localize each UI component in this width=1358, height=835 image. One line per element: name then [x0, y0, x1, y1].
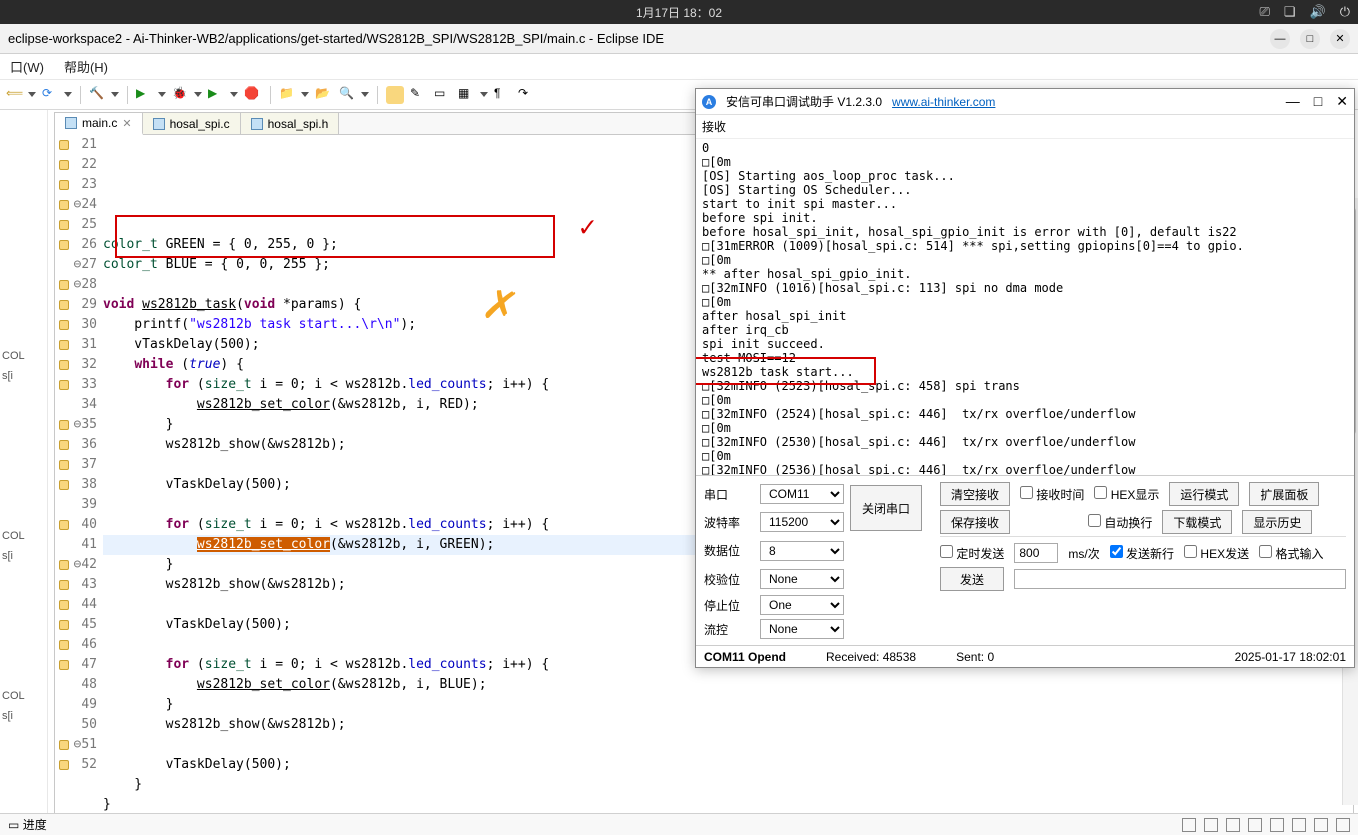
- file-icon: [65, 117, 77, 129]
- box-icon[interactable]: ▭: [434, 86, 452, 104]
- status-icon[interactable]: [1226, 818, 1240, 832]
- editor-tab[interactable]: main.c✕: [55, 113, 143, 135]
- window-title: eclipse-workspace2 - Ai-Thinker-WB2/appl…: [8, 31, 1260, 46]
- menu-window[interactable]: 口(W): [10, 57, 44, 76]
- rx-count: Received: 48538: [826, 650, 916, 664]
- editor-tab[interactable]: hosal_spi.h: [241, 113, 340, 134]
- close-tab-icon[interactable]: ✕: [122, 117, 131, 130]
- baud-label: 波特率: [704, 514, 754, 531]
- status-icon[interactable]: [1182, 818, 1196, 832]
- status-icon[interactable]: [1204, 818, 1218, 832]
- editor-tab[interactable]: hosal_spi.c: [143, 113, 241, 134]
- volume-icon[interactable]: 🔊: [1310, 4, 1326, 20]
- app-icon: A: [702, 95, 716, 109]
- history-button[interactable]: 显示历史: [1242, 510, 1312, 534]
- hexshow-checkbox[interactable]: HEX显示: [1094, 486, 1159, 503]
- flow-select[interactable]: None: [760, 619, 844, 639]
- serial-status-bar: COM11 Opend Received: 48538 Sent: 0 2025…: [696, 645, 1354, 667]
- clear-rx-button[interactable]: 清空接收: [940, 482, 1010, 506]
- system-tray: ⎚ ❏ 🔊 ⏻: [1259, 4, 1350, 20]
- parity-select[interactable]: None: [760, 569, 844, 589]
- serial-url[interactable]: www.ai-thinker.com: [892, 95, 995, 109]
- format-checkbox[interactable]: 格式输入: [1259, 545, 1323, 562]
- data-label: 数据位: [704, 542, 754, 559]
- close-button[interactable]: ✕: [1336, 93, 1348, 110]
- expand-button[interactable]: 扩展面板: [1249, 482, 1319, 506]
- status-icon[interactable]: [1270, 818, 1284, 832]
- menu-help[interactable]: 帮助(H): [64, 57, 108, 76]
- minimize-button[interactable]: —: [1270, 29, 1290, 49]
- close-button[interactable]: ✕: [1330, 29, 1350, 49]
- status-progress: 进度: [23, 816, 47, 833]
- folder-icon[interactable]: 📁: [279, 86, 297, 104]
- close-port-button[interactable]: 关闭串口: [850, 485, 922, 531]
- para-icon[interactable]: ¶: [494, 86, 512, 104]
- run-ext-icon[interactable]: ▶: [208, 86, 226, 104]
- maximize-button[interactable]: □: [1300, 29, 1320, 49]
- save-rx-button[interactable]: 保存接收: [940, 510, 1010, 534]
- annotation-check-icon: ✓: [579, 217, 596, 237]
- stop-select[interactable]: One: [760, 595, 844, 615]
- minimize-button[interactable]: —: [1286, 93, 1300, 110]
- serial-tool-window[interactable]: A 安信可串口调试助手 V1.2.3.0 www.ai-thinker.com …: [695, 88, 1355, 668]
- rxtime-checkbox[interactable]: 接收时间: [1020, 486, 1084, 503]
- serial-output[interactable]: 0 □[0m [OS] Starting aos_loop_proc task.…: [696, 139, 1354, 475]
- left-margin: COLs[iCOLs[iCOLs[i: [0, 110, 48, 835]
- data-select[interactable]: 8: [760, 541, 844, 561]
- wand-icon[interactable]: ✎: [410, 86, 428, 104]
- status-time: 2025-01-17 18:02:01: [1235, 650, 1346, 664]
- grid-icon[interactable]: ▦: [458, 86, 476, 104]
- debug-icon[interactable]: 🐞: [172, 86, 190, 104]
- tray-icon[interactable]: ⎚: [1259, 4, 1269, 20]
- menu-bar[interactable]: 口(W) 帮助(H): [0, 54, 1358, 80]
- send-button[interactable]: 发送: [940, 567, 1004, 591]
- step-icon[interactable]: ↷: [518, 86, 536, 104]
- serial-titlebar[interactable]: A 安信可串口调试助手 V1.2.3.0 www.ai-thinker.com …: [696, 89, 1354, 115]
- file-icon: [251, 118, 263, 130]
- clock: 1月17日 18：02: [636, 4, 722, 21]
- stop-label: 停止位: [704, 597, 754, 614]
- receive-label: 接收: [696, 115, 1354, 139]
- send-input[interactable]: [1014, 569, 1346, 589]
- port-select[interactable]: COM11: [760, 484, 844, 504]
- power-icon[interactable]: ⏻: [1340, 4, 1350, 20]
- timed-send-checkbox[interactable]: 定时发送: [940, 545, 1004, 562]
- status-bar: ▭ 进度: [0, 813, 1358, 835]
- flow-label: 流控: [704, 621, 754, 638]
- runmode-button[interactable]: 运行模式: [1169, 482, 1239, 506]
- status-icon[interactable]: [1314, 818, 1328, 832]
- status-icon[interactable]: [1292, 818, 1306, 832]
- search-icon[interactable]: 🔍: [339, 86, 357, 104]
- status-icon[interactable]: [1248, 818, 1262, 832]
- back-icon[interactable]: ⟸: [6, 86, 24, 104]
- newline-checkbox[interactable]: 发送新行: [1110, 545, 1174, 562]
- stop-icon[interactable]: 🛑: [244, 86, 262, 104]
- folder2-icon[interactable]: 📂: [315, 86, 333, 104]
- baud-select[interactable]: 115200: [760, 512, 844, 532]
- port-label: 串口: [704, 486, 754, 503]
- serial-title: 安信可串口调试助手 V1.2.3.0: [726, 93, 882, 110]
- hammer-icon[interactable]: 🔨: [89, 86, 107, 104]
- tx-count: Sent: 0: [956, 650, 994, 664]
- marker-icon[interactable]: [386, 86, 404, 104]
- tray-icon[interactable]: ❏: [1284, 4, 1296, 20]
- port-status: COM11 Opend: [704, 650, 786, 664]
- dlmode-button[interactable]: 下载模式: [1162, 510, 1232, 534]
- interval-input[interactable]: [1014, 543, 1058, 563]
- os-top-bar: 1月17日 18：02 ⎚ ❏ 🔊 ⏻: [0, 0, 1358, 24]
- status-icon[interactable]: [1336, 818, 1350, 832]
- run-icon[interactable]: ▶: [136, 86, 154, 104]
- hexsend-checkbox[interactable]: HEX发送: [1184, 545, 1249, 562]
- parity-label: 校验位: [704, 571, 754, 588]
- serial-controls: 串口 COM11 关闭串口 清空接收 接收时间 HEX显示 运行模式 扩展面板 …: [696, 475, 1354, 645]
- maximize-button[interactable]: □: [1314, 93, 1322, 110]
- window-titlebar[interactable]: eclipse-workspace2 - Ai-Thinker-WB2/appl…: [0, 24, 1358, 54]
- file-icon: [153, 118, 165, 130]
- refresh-icon[interactable]: ⟳: [42, 86, 60, 104]
- autowrap-checkbox[interactable]: 自动换行: [1088, 514, 1152, 531]
